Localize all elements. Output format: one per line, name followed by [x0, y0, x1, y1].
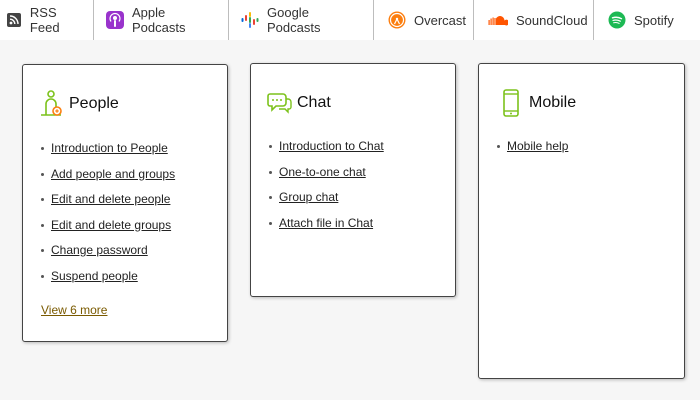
soundcloud-icon [488, 11, 508, 29]
link-introduction-to-people[interactable]: Introduction to People [51, 141, 168, 155]
people-card: People Introduction to People Add people… [22, 64, 228, 342]
overcast-icon [388, 11, 406, 29]
apple-podcasts-link[interactable]: Apple Podcasts [94, 0, 229, 40]
list-item: Introduction to Chat [269, 134, 384, 160]
link-suspend-people[interactable]: Suspend people [51, 269, 138, 283]
list-item: Attach file in Chat [269, 211, 384, 237]
soundcloud-label: SoundCloud [516, 12, 588, 28]
chat-title: Chat [297, 94, 331, 111]
spotify-link[interactable]: Spotify [594, 0, 684, 40]
podcast-bar: RSS Feed Apple Podcasts Google Podcasts … [0, 0, 700, 40]
chat-links: Introduction to Chat One-to-one chat Gro… [269, 134, 384, 236]
link-introduction-to-chat[interactable]: Introduction to Chat [279, 139, 384, 153]
apple-podcasts-icon [106, 11, 124, 29]
overcast-label: Overcast [414, 12, 467, 28]
mobile-card: Mobile Mobile help [478, 63, 685, 379]
link-edit-and-delete-groups[interactable]: Edit and delete groups [51, 218, 171, 232]
link-group-chat[interactable]: Group chat [279, 190, 338, 204]
link-attach-file-in-chat[interactable]: Attach file in Chat [279, 216, 373, 230]
google-podcasts-label: Google Podcasts [267, 5, 321, 35]
mobile-links: Mobile help [497, 134, 568, 160]
list-item: Introduction to People [41, 136, 175, 162]
people-icon [39, 89, 65, 119]
spotify-label: Spotify [634, 12, 674, 28]
link-change-password[interactable]: Change password [51, 243, 148, 257]
chat-icon [267, 88, 293, 118]
list-item: Change password [41, 238, 175, 264]
people-title: People [69, 95, 119, 112]
list-item: Suspend people [41, 264, 175, 290]
mobile-icon [499, 88, 525, 118]
list-item: Edit and delete people [41, 187, 175, 213]
chat-card: Chat Introduction to Chat One-to-one cha… [250, 63, 456, 297]
rss-icon [6, 11, 22, 29]
list-item: Mobile help [497, 134, 568, 160]
soundcloud-link[interactable]: SoundCloud [474, 0, 594, 40]
list-item: Add people and groups [41, 162, 175, 188]
link-edit-and-delete-people[interactable]: Edit and delete people [51, 192, 170, 206]
overcast-link[interactable]: Overcast [374, 0, 474, 40]
rss-feed-link[interactable]: RSS Feed [0, 0, 94, 40]
apple-podcasts-label: Apple Podcasts [132, 5, 186, 35]
link-mobile-help[interactable]: Mobile help [507, 139, 568, 153]
google-podcasts-icon [241, 11, 259, 29]
list-item: Group chat [269, 185, 384, 211]
rss-feed-label: RSS Feed [29, 5, 60, 35]
spotify-icon [608, 11, 626, 29]
link-add-people-and-groups[interactable]: Add people and groups [51, 167, 175, 181]
view-more-link[interactable]: View 6 more [41, 303, 107, 317]
link-one-to-one-chat[interactable]: One-to-one chat [279, 165, 366, 179]
list-item: One-to-one chat [269, 160, 384, 186]
list-item: Edit and delete groups [41, 213, 175, 239]
people-links: Introduction to People Add people and gr… [41, 136, 175, 289]
google-podcasts-link[interactable]: Google Podcasts [229, 0, 374, 40]
mobile-title: Mobile [529, 94, 577, 111]
